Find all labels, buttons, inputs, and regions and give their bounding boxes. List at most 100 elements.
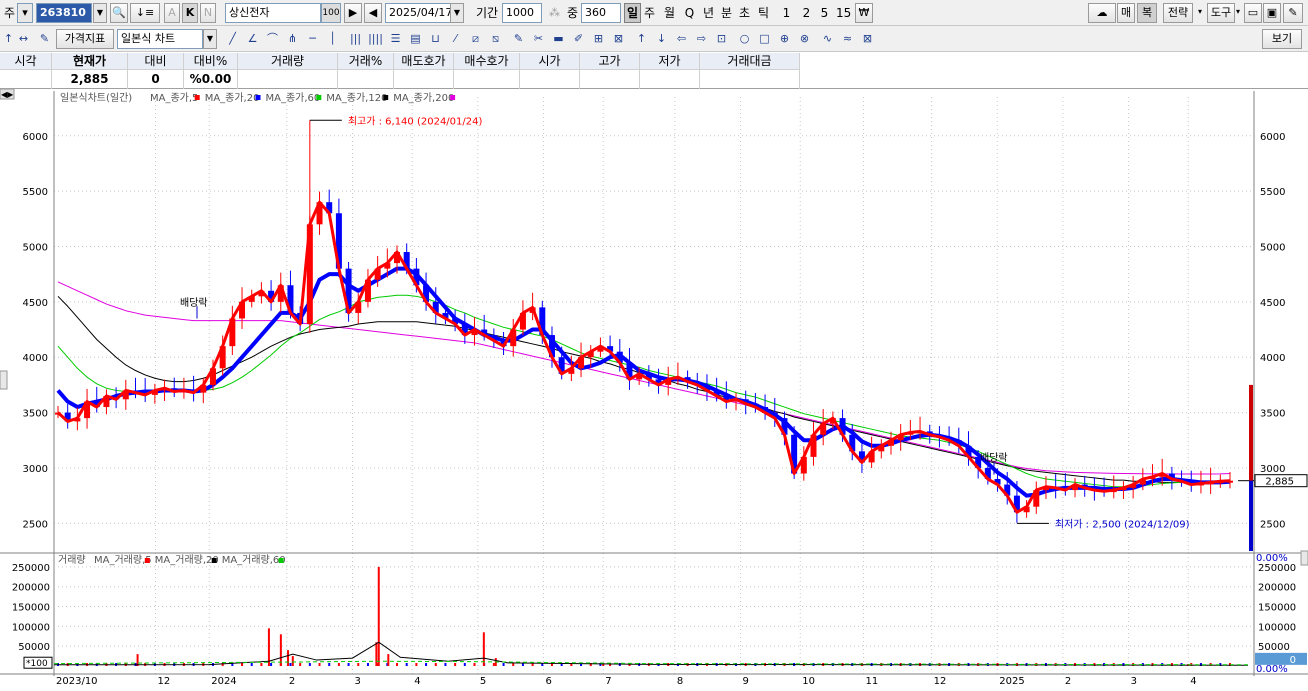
volume-legend-swatch bbox=[278, 558, 284, 563]
y-tick-left: 5500 bbox=[23, 187, 48, 198]
prev-icon[interactable]: ◀ bbox=[364, 3, 382, 23]
zoom-x-icon[interactable]: ⊗ bbox=[796, 30, 813, 48]
chart-legend: 일본식차트(일간) MA_종가,5 MA_종가,20 MA_종가,60 MA_종가,12… bbox=[60, 92, 456, 104]
period-button-5[interactable]: 분 bbox=[718, 3, 735, 23]
quote-col-4: 거래량 bbox=[238, 53, 338, 89]
pen-icon[interactable]: ✎ bbox=[510, 30, 527, 48]
grid-icon[interactable]: ▤ bbox=[407, 30, 424, 48]
pencil-icon[interactable]: ✐ bbox=[570, 30, 587, 48]
collapse-handle-icon bbox=[1300, 550, 1308, 566]
period-button-2[interactable]: 월 bbox=[661, 3, 678, 23]
diag2-icon[interactable]: ⧅ bbox=[487, 30, 504, 48]
diag1-icon[interactable]: ⧄ bbox=[467, 30, 484, 48]
circle-icon[interactable]: ○ bbox=[736, 30, 753, 48]
box-dot-icon[interactable]: ⊡ bbox=[713, 30, 730, 48]
a-button[interactable]: A bbox=[164, 3, 180, 23]
period-button-11[interactable]: 15 bbox=[835, 3, 852, 23]
button-bok[interactable]: 복 bbox=[1137, 3, 1157, 23]
x-tick-label: 7 bbox=[605, 676, 611, 687]
up-icon[interactable]: ↑ bbox=[633, 30, 650, 48]
main-toolbar: 주 ▾ 263810 ▼ 🔍 ↓≡ A K N 상신전자 100 ▶ ◀ 202… bbox=[0, 0, 1308, 26]
lines-icon[interactable]: ☰ bbox=[387, 30, 404, 48]
wrench-icon[interactable]: ✎ bbox=[1283, 3, 1303, 23]
volume-legend-label: MA_거래량,20 bbox=[155, 554, 219, 566]
wave-icon[interactable]: ∿ bbox=[819, 30, 836, 48]
period-button-6[interactable]: 초 bbox=[736, 3, 753, 23]
stock-code-input[interactable]: 263810 bbox=[36, 3, 92, 23]
period-input[interactable]: 1000 bbox=[502, 3, 542, 23]
tools-button[interactable]: 도구 bbox=[1207, 3, 1235, 23]
x-box-icon[interactable]: ⊠ bbox=[610, 30, 627, 48]
channel-icon[interactable]: ⊔ bbox=[427, 30, 444, 48]
n-button[interactable]: N bbox=[200, 3, 216, 23]
slash-icon[interactable]: ⁄ bbox=[447, 30, 464, 48]
period-button-9[interactable]: 2 bbox=[798, 3, 815, 23]
next-icon[interactable]: ▶ bbox=[344, 3, 362, 23]
cloud-icon[interactable]: ☁ bbox=[1088, 3, 1116, 23]
grid-box-icon[interactable]: ⊞ bbox=[590, 30, 607, 48]
scissor-icon[interactable]: ✂ bbox=[530, 30, 547, 48]
strategy-button[interactable]: 전략 bbox=[1163, 3, 1193, 23]
left-icon[interactable]: ⇦ bbox=[673, 30, 690, 48]
period-button-4[interactable]: 년 bbox=[700, 3, 717, 23]
right-icon[interactable]: ⇨ bbox=[693, 30, 710, 48]
view-button[interactable]: 보기 bbox=[1262, 29, 1302, 49]
display-count-input[interactable]: 360 bbox=[581, 3, 621, 23]
price-chart[interactable]: ◀▶ 2500 2500 3000 3000 3500 3500 4000 4000 4500 45… bbox=[0, 88, 1308, 688]
vline-icon[interactable]: │ bbox=[324, 30, 341, 48]
quote-header: 거래대금 bbox=[700, 53, 799, 70]
delete-icon[interactable]: ⊠ bbox=[859, 30, 876, 48]
stock-name-field[interactable]: 상신전자 bbox=[225, 3, 321, 23]
price-indicator-button[interactable]: 가격지표 bbox=[56, 29, 114, 49]
quote-col-11: 거래대금 bbox=[700, 53, 800, 89]
angle-icon[interactable]: ∠ bbox=[244, 30, 261, 48]
bars4-icon[interactable]: |||| bbox=[367, 30, 384, 48]
period-button-3[interactable]: Q bbox=[681, 3, 698, 23]
chart-type-dropdown-icon[interactable]: ▼ bbox=[203, 29, 217, 49]
folder-icon[interactable]: ▭ bbox=[1244, 3, 1262, 23]
button-mae[interactable]: 매 bbox=[1117, 3, 1135, 23]
bars3-icon[interactable]: ||| bbox=[347, 30, 364, 48]
volume-legend-swatch bbox=[211, 558, 217, 563]
calendar-dropdown-icon[interactable]: ▼ bbox=[450, 3, 464, 23]
strategy-dropdown-icon[interactable]: ▾ bbox=[1193, 3, 1207, 23]
square-icon[interactable]: □ bbox=[756, 30, 773, 48]
save-icon[interactable]: ▣ bbox=[1263, 3, 1281, 23]
y-tick-right: 3000 bbox=[1260, 464, 1285, 475]
arc-icon[interactable]: ⌒ bbox=[264, 30, 281, 48]
zoom-in-icon[interactable]: ⊕ bbox=[776, 30, 793, 48]
chart-type-select[interactable]: 일본식 차트 bbox=[117, 29, 203, 49]
period-button-8[interactable]: 1 bbox=[778, 3, 795, 23]
fan-icon[interactable]: ⋔ bbox=[284, 30, 301, 48]
quote-col-6: 매도호가 bbox=[394, 53, 454, 89]
search-icon[interactable]: 🔍 bbox=[110, 3, 128, 23]
horizontal-arrows-icon[interactable]: ↔ bbox=[15, 30, 32, 48]
wave2-icon[interactable]: ≈ bbox=[839, 30, 856, 48]
volume-pct: 0.00% bbox=[1256, 664, 1288, 675]
hline-icon[interactable]: ─ bbox=[304, 30, 321, 48]
market-selector[interactable]: ▾ bbox=[17, 3, 33, 23]
line-icon[interactable]: ╱ bbox=[224, 30, 241, 48]
period-button-7[interactable]: 틱 bbox=[755, 3, 772, 23]
date-input[interactable]: 2025/04/17 bbox=[385, 3, 452, 23]
rect-fill-icon[interactable]: ▬ bbox=[550, 30, 567, 48]
volume-bar bbox=[434, 663, 437, 666]
y-tick-right: 4500 bbox=[1260, 298, 1285, 309]
edit-icon[interactable]: ✎ bbox=[36, 30, 53, 48]
tools-dropdown-icon[interactable]: ▾ bbox=[1234, 3, 1242, 23]
k-button[interactable]: K bbox=[182, 3, 198, 23]
fit-icon[interactable]: ⁂ bbox=[546, 4, 563, 22]
period-button-0[interactable]: 일 bbox=[624, 3, 641, 23]
current-price-label: 2,885 bbox=[1265, 477, 1294, 488]
chart-canvas[interactable]: ◀▶2500 25003000 30003500 35004000 40004500 45… bbox=[0, 88, 1308, 688]
down-icon[interactable]: ↓ bbox=[653, 30, 670, 48]
sort-icon[interactable]: ↓≡ bbox=[130, 3, 160, 23]
quote-value: %0.00 bbox=[189, 72, 232, 86]
volume-tick-left: 250000 bbox=[12, 563, 50, 574]
volume-tick-left: 150000 bbox=[12, 603, 50, 614]
code-dropdown-button[interactable]: ▼ bbox=[93, 3, 107, 23]
period-settings-icon[interactable]: ₩ bbox=[855, 3, 873, 23]
period-button-1[interactable]: 주 bbox=[641, 3, 658, 23]
period-button-10[interactable]: 5 bbox=[816, 3, 833, 23]
quote-value bbox=[394, 70, 453, 88]
